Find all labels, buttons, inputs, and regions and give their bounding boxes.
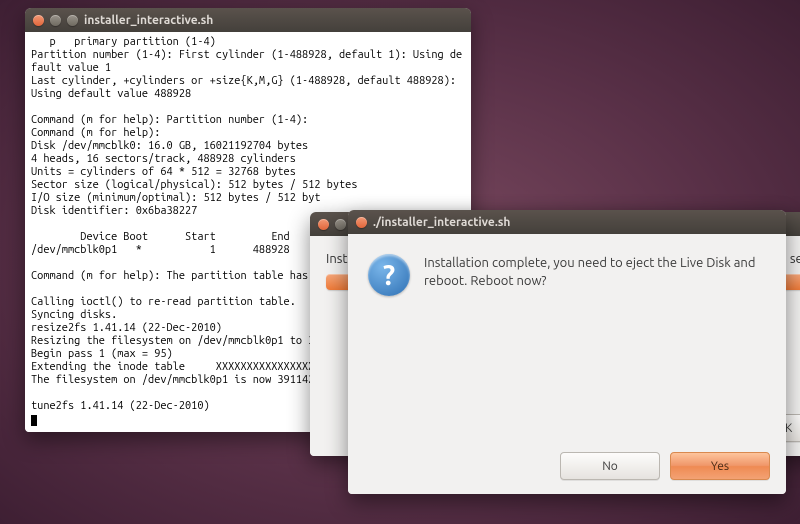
minimize-icon[interactable]	[50, 15, 61, 26]
confirm-message: Installation complete, you need to eject…	[424, 254, 764, 296]
no-button[interactable]: No	[560, 452, 660, 480]
terminal-titlebar[interactable]: installer_interactive.sh	[25, 8, 471, 32]
progress-label-right: se wait.	[790, 252, 800, 266]
confirm-title: ./installer_interactive.sh	[373, 216, 510, 229]
terminal-title: installer_interactive.sh	[84, 14, 213, 27]
yes-button[interactable]: Yes	[670, 452, 770, 480]
close-icon[interactable]	[356, 217, 367, 228]
confirm-dialog: ./installer_interactive.sh ? Installatio…	[348, 210, 786, 494]
confirm-titlebar[interactable]: ./installer_interactive.sh	[348, 210, 786, 234]
question-icon: ?	[368, 254, 410, 296]
close-icon[interactable]	[33, 15, 44, 26]
minimize-icon[interactable]	[335, 219, 346, 230]
cursor	[31, 415, 37, 426]
close-icon[interactable]	[318, 219, 329, 230]
maximize-icon[interactable]	[67, 15, 78, 26]
